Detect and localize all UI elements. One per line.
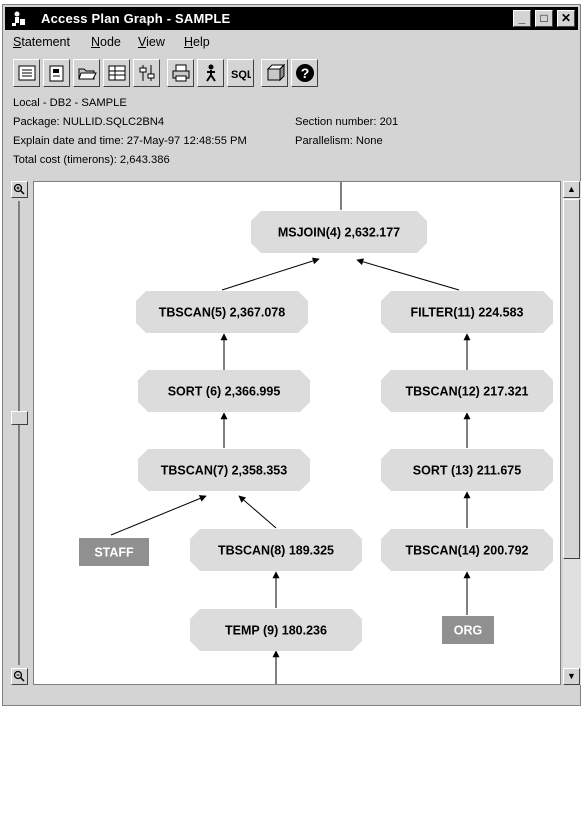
zoom-in-icon[interactable] <box>11 181 28 198</box>
app-icon <box>11 10 27 27</box>
plan-node-tbscan12[interactable]: TBSCAN(12) 217.321 <box>381 370 553 412</box>
plan-node-sort6[interactable]: SORT (6) 2,366.995 <box>138 370 310 412</box>
graph-nodes: MSJOIN(4) 2,632.177 TBSCAN(5) 2,367.078 FI… <box>79 211 553 651</box>
plan-node-label: ORG <box>454 624 482 638</box>
scroll-up-icon[interactable]: ▲ <box>563 181 580 198</box>
menu-help[interactable]: Help <box>184 35 210 49</box>
plan-node-tbscan14[interactable]: TBSCAN(14) 200.792 <box>381 529 553 571</box>
close-button[interactable]: ✕ <box>557 10 575 27</box>
menu-view[interactable]: View <box>138 35 165 49</box>
explain-icon[interactable] <box>197 59 224 87</box>
settings-icon[interactable] <box>133 59 160 87</box>
plan-node-sort13[interactable]: SORT (13) 211.675 <box>381 449 553 491</box>
edge-tbscan5-msjoin <box>221 257 320 291</box>
explain-date-text: Explain date and time: 27-May-97 12:48:5… <box>13 135 247 147</box>
plan-node-filter11[interactable]: FILTER(11) 224.583 <box>381 291 553 333</box>
plan-node-org[interactable]: ORG <box>442 616 494 644</box>
maximize-button[interactable]: □ <box>535 10 553 27</box>
edge-staff-tbscan7 <box>110 495 207 536</box>
table-icon[interactable] <box>103 59 130 87</box>
window-title: Access Plan Graph - SAMPLE <box>41 11 231 26</box>
package-text: Package: NULLID.SQLC2BN4 <box>13 116 165 128</box>
zoom-track <box>18 201 20 665</box>
package-icon[interactable] <box>261 59 288 87</box>
print-icon[interactable] <box>167 59 194 87</box>
plan-node-label: TEMP (9) 180.236 <box>225 624 327 638</box>
plan-node-tbscan5[interactable]: TBSCAN(5) 2,367.078 <box>136 291 308 333</box>
details-icon[interactable] <box>43 59 70 87</box>
plan-node-label: STAFF <box>94 546 134 560</box>
status-bar <box>5 688 578 704</box>
location-text: Local - DB2 - SAMPLE <box>13 97 127 109</box>
plan-node-label: SORT (6) 2,366.995 <box>168 385 281 399</box>
zoom-slider-thumb[interactable] <box>11 411 28 425</box>
minimize-button[interactable]: _ <box>513 10 531 27</box>
plan-node-label: TBSCAN(8) 189.325 <box>218 544 334 558</box>
plan-node-tbscan8[interactable]: TBSCAN(8) 189.325 <box>190 529 362 571</box>
parallelism-text: Parallelism: None <box>295 135 383 147</box>
menu-node[interactable]: Node <box>91 35 121 49</box>
zoom-out-icon[interactable] <box>11 668 28 685</box>
sql-icon[interactable]: SQL <box>227 59 254 87</box>
access-plan-graph-canvas[interactable]: MSJOIN(4) 2,632.177 TBSCAN(5) 2,367.078 FI… <box>33 181 561 685</box>
access-plan-graph-window: Access Plan Graph - SAMPLE _ □ ✕ Stateme… <box>2 4 581 706</box>
plan-node-label: TBSCAN(5) 2,367.078 <box>159 306 285 320</box>
plan-node-staff[interactable]: STAFF <box>79 538 149 566</box>
open-folder-icon[interactable] <box>73 59 100 87</box>
sql-icon-label: SQL <box>231 69 251 81</box>
plan-node-label: SORT (13) 211.675 <box>413 464 521 478</box>
plan-node-temp9[interactable]: TEMP (9) 180.236 <box>190 609 362 651</box>
title-bar[interactable]: Access Plan Graph - SAMPLE _ □ ✕ <box>5 7 578 30</box>
scroll-thumb[interactable] <box>563 199 580 559</box>
help-icon[interactable]: ? <box>291 59 318 87</box>
menu-statement[interactable]: Statement <box>13 35 70 49</box>
total-cost-text: Total cost (timerons): 2,643.386 <box>13 154 170 166</box>
edge-filter11-msjoin <box>356 258 460 291</box>
graph-svg: MSJOIN(4) 2,632.177 TBSCAN(5) 2,367.078 FI… <box>79 182 553 684</box>
plan-node-label: MSJOIN(4) 2,632.177 <box>278 226 400 240</box>
edge-tbscan8-tbscan7 <box>238 495 277 529</box>
plan-node-label: TBSCAN(12) 217.321 <box>406 385 529 399</box>
zoom-slider[interactable] <box>11 181 31 685</box>
plan-node-tbscan7[interactable]: TBSCAN(7) 2,358.353 <box>138 449 310 491</box>
vertical-scrollbar[interactable]: ▲ ▼ <box>563 181 581 685</box>
plan-node-label: TBSCAN(7) 2,358.353 <box>161 464 287 478</box>
plan-node-label: TBSCAN(14) 200.792 <box>406 544 529 558</box>
plan-node-label: FILTER(11) 224.583 <box>410 306 523 320</box>
help-icon-glyph: ? <box>301 65 310 81</box>
plan-node-msjoin[interactable]: MSJOIN(4) 2,632.177 <box>251 211 427 253</box>
scroll-down-icon[interactable]: ▼ <box>563 668 580 685</box>
section-number-text: Section number: 201 <box>295 116 399 128</box>
list-icon[interactable] <box>13 59 40 87</box>
